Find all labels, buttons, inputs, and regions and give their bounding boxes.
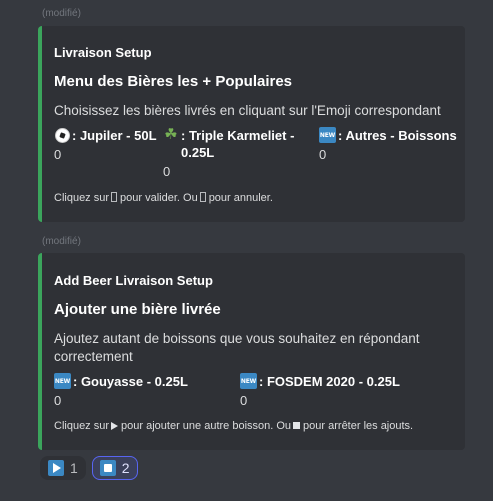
embed-title: Ajouter une bière livrée (54, 301, 221, 318)
stop-icon (293, 422, 301, 429)
field-name: : FOSDEM 2020 - 0.25L (259, 374, 400, 389)
embed-author: Add Beer Livraison Setup (54, 273, 213, 288)
reaction-count: 2 (121, 460, 130, 476)
embed-author: Livraison Setup (54, 45, 152, 60)
field-value: 0 (319, 147, 327, 162)
four-leaf-clover-icon: ☘ (164, 126, 178, 143)
new-button-icon: NEW (319, 127, 336, 143)
reactions-bar: 1 2 (40, 456, 138, 480)
reaction-count: 1 (70, 460, 78, 476)
missing-glyph-icon (199, 192, 206, 202)
embed-field: : Jupiler - 50L 0 (54, 127, 162, 164)
new-button-icon: NEW (54, 373, 71, 389)
play-button-icon (48, 460, 64, 476)
embed-title: Menu des Bières les + Populaires (54, 73, 293, 90)
reaction-play[interactable]: 1 (40, 456, 86, 480)
embed-footer: Cliquez sur pour ajouter une autre boisso… (54, 420, 414, 432)
reaction-stop[interactable]: 2 (91, 456, 138, 480)
embed-add-beer: Add Beer Livraison Setup Ajouter une biè… (38, 253, 465, 450)
embed-field: ☘ : Triple Karmeliet - 0.25L 0 (163, 127, 313, 181)
edited-label: (modifié) (42, 236, 81, 247)
new-button-icon: NEW (240, 373, 257, 389)
field-value: 0 (240, 393, 248, 408)
field-name: : Autres - Boissons (338, 128, 457, 143)
field-value: 0 (163, 164, 171, 179)
edited-label: (modifié) (42, 8, 81, 19)
play-icon (111, 422, 119, 430)
embed-field: NEW : Autres - Boissons 0 (319, 127, 469, 164)
embed-footer: Cliquez sur pour valider. Ou pour annuler. (54, 192, 273, 204)
field-name: : Jupiler - 50L (72, 128, 157, 143)
soccer-ball-icon (54, 127, 70, 143)
field-value: 0 (54, 147, 62, 162)
embed-menu: Livraison Setup Menu des Bières les + Po… (38, 26, 465, 222)
field-value: 0 (54, 393, 62, 408)
stop-button-icon (99, 460, 116, 476)
embed-description: Choisissez les bières livrés en cliquant… (54, 103, 441, 118)
field-name: : Triple Karmeliet - 0.25L (181, 128, 295, 160)
embed-description: Ajoutez autant de boissons que vous souh… (54, 331, 420, 364)
embed-field: NEW : Gouyasse - 0.25L 0 (54, 373, 234, 410)
embed-field: NEW : FOSDEM 2020 - 0.25L 0 (240, 373, 440, 410)
field-name: : Gouyasse - 0.25L (73, 374, 188, 389)
missing-glyph-icon (111, 192, 118, 202)
